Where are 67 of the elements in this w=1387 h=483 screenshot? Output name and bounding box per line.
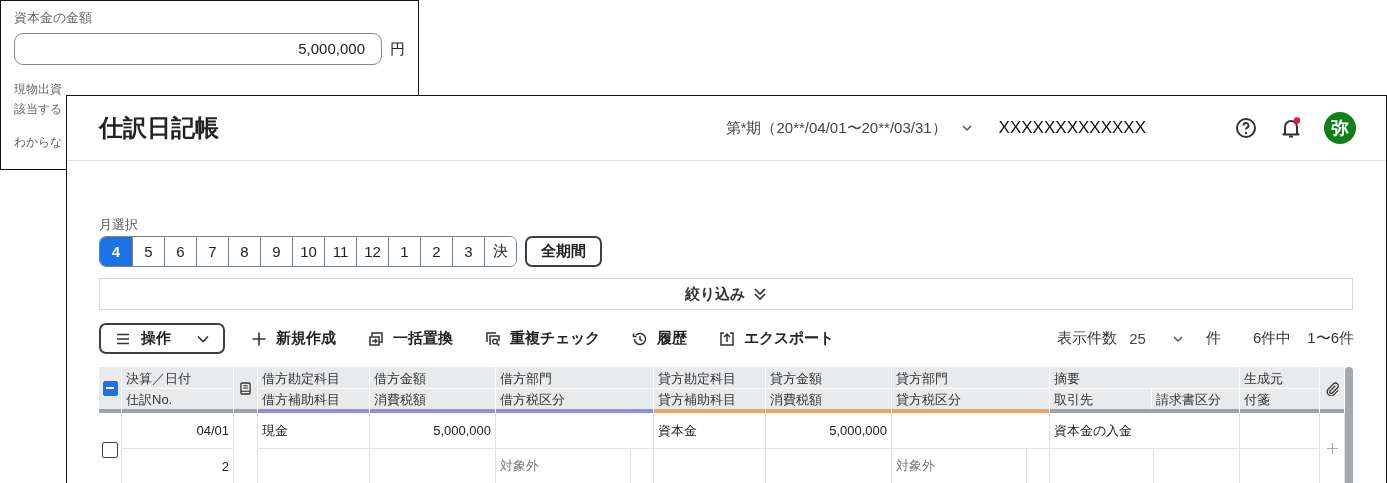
note-icon	[240, 381, 251, 395]
column-header: 消費税額	[769, 391, 823, 409]
all-period-button[interactable]: 全期間	[525, 236, 602, 267]
column-header: 貸方勘定科目	[657, 370, 737, 388]
column-header: 借方税区分	[499, 391, 566, 409]
column-header: 仕訳No.	[125, 391, 174, 409]
column-header: 借方勘定科目	[261, 370, 341, 388]
note-text: 該当する	[14, 101, 63, 117]
unit-label: 円	[390, 39, 405, 59]
table-cell: 現金	[262, 421, 288, 440]
column-header: 請求書区分	[1155, 391, 1223, 409]
month-tab[interactable]: 決	[484, 237, 516, 266]
column-header: 消費税額	[373, 391, 427, 409]
history-icon	[632, 330, 648, 347]
column-header: 決算／日付	[125, 370, 192, 388]
row-checkbox[interactable]	[102, 442, 118, 458]
column-header: 摘要	[1053, 370, 1081, 388]
page-size-select[interactable]: 25	[1129, 330, 1184, 347]
scrollbar[interactable]	[1345, 367, 1353, 483]
duplicate-check-button[interactable]: 重複チェック	[485, 329, 600, 348]
column-header: 借方金額	[373, 370, 427, 388]
page-range: 1〜6件	[1307, 329, 1354, 348]
company-name: XXXXXXXXXXXXX	[998, 118, 1146, 138]
operations-menu-button[interactable]: 操作	[99, 323, 225, 354]
table-cell: 対象外	[500, 457, 539, 475]
note-text: 現物出資	[14, 81, 63, 97]
table-cell: 5,000,000	[433, 423, 491, 438]
copy-search-icon	[485, 330, 501, 347]
total-count: 6件中	[1252, 329, 1292, 348]
plus-icon	[251, 330, 267, 347]
field-label: 資本金の金額	[14, 9, 93, 27]
amount-field[interactable]: 5,000,000	[14, 33, 382, 65]
help-icon[interactable]	[1234, 116, 1258, 140]
replace-button[interactable]: 一括置換	[368, 329, 453, 348]
user-avatar[interactable]: 弥	[1324, 112, 1356, 144]
filter-bar[interactable]: 絞り込み	[99, 278, 1353, 310]
export-button[interactable]: エクスポート	[719, 329, 834, 348]
table-cell: 対象外	[896, 457, 935, 475]
column-header: 借方補助科目	[261, 391, 341, 409]
column-header: 付箋	[1243, 391, 1271, 409]
chevron-down-icon	[1171, 334, 1184, 343]
period-selector[interactable]: 第*期（20**/04/01〜20**/03/31）	[725, 118, 973, 138]
note-text: わからな	[14, 134, 63, 150]
page-size-unit: 件	[1205, 329, 1221, 348]
column-header: 貸方部門	[895, 370, 949, 388]
swap-icon	[368, 330, 384, 347]
window-title: 仕訳日記帳	[99, 113, 219, 143]
month-tab[interactable]: 4	[100, 237, 132, 266]
column-header: 貸方税区分	[895, 391, 962, 409]
column-header: 貸方補助科目	[657, 391, 737, 409]
table-cell: 資本金	[658, 421, 697, 440]
month-selector-label: 月選択	[99, 217, 139, 233]
table-cell: 資本金の入金	[1054, 421, 1132, 440]
chevron-down-icon	[960, 124, 973, 132]
column-header: 生成元	[1243, 370, 1284, 388]
paperclip-icon[interactable]	[1324, 380, 1340, 396]
upload-icon	[719, 330, 735, 347]
page-size-label: 表示件数	[1057, 329, 1118, 348]
select-all-checkbox[interactable]	[102, 380, 118, 396]
new-button[interactable]: 新規作成	[251, 329, 336, 348]
column-header: 貸方金額	[769, 370, 823, 388]
table-cell: 04/01	[196, 423, 229, 438]
table-cell: 2	[221, 458, 229, 474]
double-chevron-down-icon	[753, 287, 767, 301]
table-cell: 5,000,000	[829, 423, 887, 438]
history-button[interactable]: 履歴	[632, 329, 687, 348]
column-header: 借方部門	[499, 370, 553, 388]
